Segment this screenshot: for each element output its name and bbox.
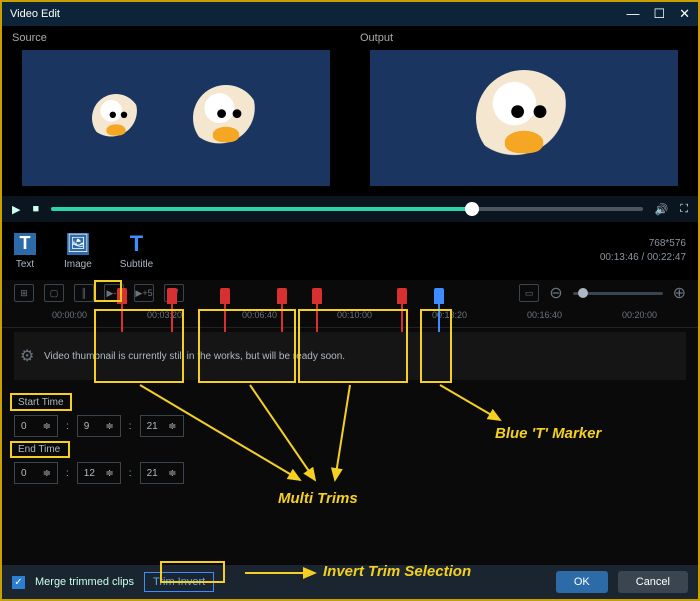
trim-marker[interactable] [277, 288, 287, 304]
preview-panes: Source Output [2, 26, 698, 196]
close-icon[interactable]: ✕ [679, 6, 690, 22]
trim-marker[interactable] [220, 288, 230, 304]
cancel-button[interactable]: Cancel [618, 571, 688, 593]
view-tool[interactable]: ▭ [519, 284, 539, 302]
zoom-out-icon[interactable]: ⊖ [549, 283, 562, 303]
trim-marker[interactable] [397, 288, 407, 304]
trim-marker[interactable] [167, 288, 177, 304]
timeline[interactable]: 00:00:0000:03:2000:06:4000:10:0000:13:20… [2, 306, 698, 386]
ok-button[interactable]: OK [556, 571, 608, 593]
footer: ✓ Merge trimmed clips Trim Invert OK Can… [2, 565, 698, 599]
progress-slider[interactable] [51, 207, 642, 211]
fullscreen-icon[interactable]: ⛶ [680, 203, 688, 216]
trim-invert-button[interactable]: Trim Invert [144, 572, 214, 592]
end-hour-input[interactable]: 0≑ [14, 462, 58, 484]
text-tool[interactable]: T Text [14, 233, 36, 270]
source-preview [22, 50, 330, 186]
crop-tool[interactable]: ▢ [44, 284, 64, 302]
source-label: Source [2, 26, 350, 50]
merge-checkbox[interactable]: ✓ [12, 576, 25, 589]
zoom-in-icon[interactable]: ⊕ [673, 283, 686, 303]
skip-fwd-button[interactable]: ▶+5 [134, 284, 154, 302]
time-info: 00:13:46 / 00:22:47 [600, 251, 686, 265]
subtitle-icon: T [125, 233, 147, 255]
edit-bar: ⊞ ▢ ║ ▶-5 ▶+5 🗑 ▭ ⊖ ⊕ [2, 280, 698, 306]
window-title: Video Edit [10, 8, 60, 20]
output-label: Output [350, 26, 698, 50]
toolbar: T Text 🖼 Image T Subtitle 768*576 00:13:… [2, 222, 698, 280]
text-icon: T [14, 233, 36, 255]
timeline-track[interactable]: ⚙ Video thumbnail is currently still in … [14, 332, 686, 380]
subtitle-tool[interactable]: T Subtitle [120, 233, 153, 270]
timeline-message: Video thumbnail is currently still in th… [14, 351, 345, 362]
playback-bar: ▶ ■ 🔊 ⛶ [2, 196, 698, 222]
time-inputs: Start Time 0≑: 9≑: 21≑ End Time 0≑: 12≑:… [2, 386, 698, 488]
timeline-ruler: 00:00:0000:03:2000:06:4000:10:0000:13:20… [2, 306, 698, 328]
tool-1[interactable]: ⊞ [14, 284, 34, 302]
end-time-label: End Time [14, 441, 70, 458]
image-icon: 🖼 [67, 233, 89, 255]
end-min-input[interactable]: 12≑ [77, 462, 121, 484]
play-button[interactable]: ▶ [12, 203, 20, 216]
settings-icon[interactable]: ⚙ [20, 346, 34, 366]
trim-marker[interactable] [312, 288, 322, 304]
start-min-input[interactable]: 9≑ [77, 415, 121, 437]
start-time-label: Start Time [14, 394, 70, 411]
output-preview [370, 50, 678, 186]
stop-button[interactable]: ■ [32, 203, 39, 215]
start-sec-input[interactable]: 21≑ [140, 415, 184, 437]
titlebar: Video Edit — ☐ ✕ [2, 2, 698, 26]
maximize-icon[interactable]: ☐ [653, 6, 665, 22]
resolution-label: 768*576 [600, 237, 686, 251]
end-sec-input[interactable]: 21≑ [140, 462, 184, 484]
zoom-slider[interactable] [573, 292, 663, 295]
split-tool[interactable]: ║ [74, 284, 94, 302]
merge-label: Merge trimmed clips [35, 576, 134, 588]
text-marker[interactable] [434, 288, 444, 304]
image-tool[interactable]: 🖼 Image [64, 233, 92, 270]
trim-marker[interactable] [117, 288, 127, 304]
volume-icon[interactable]: 🔊 [655, 203, 669, 216]
minimize-icon[interactable]: — [626, 6, 639, 22]
start-hour-input[interactable]: 0≑ [14, 415, 58, 437]
